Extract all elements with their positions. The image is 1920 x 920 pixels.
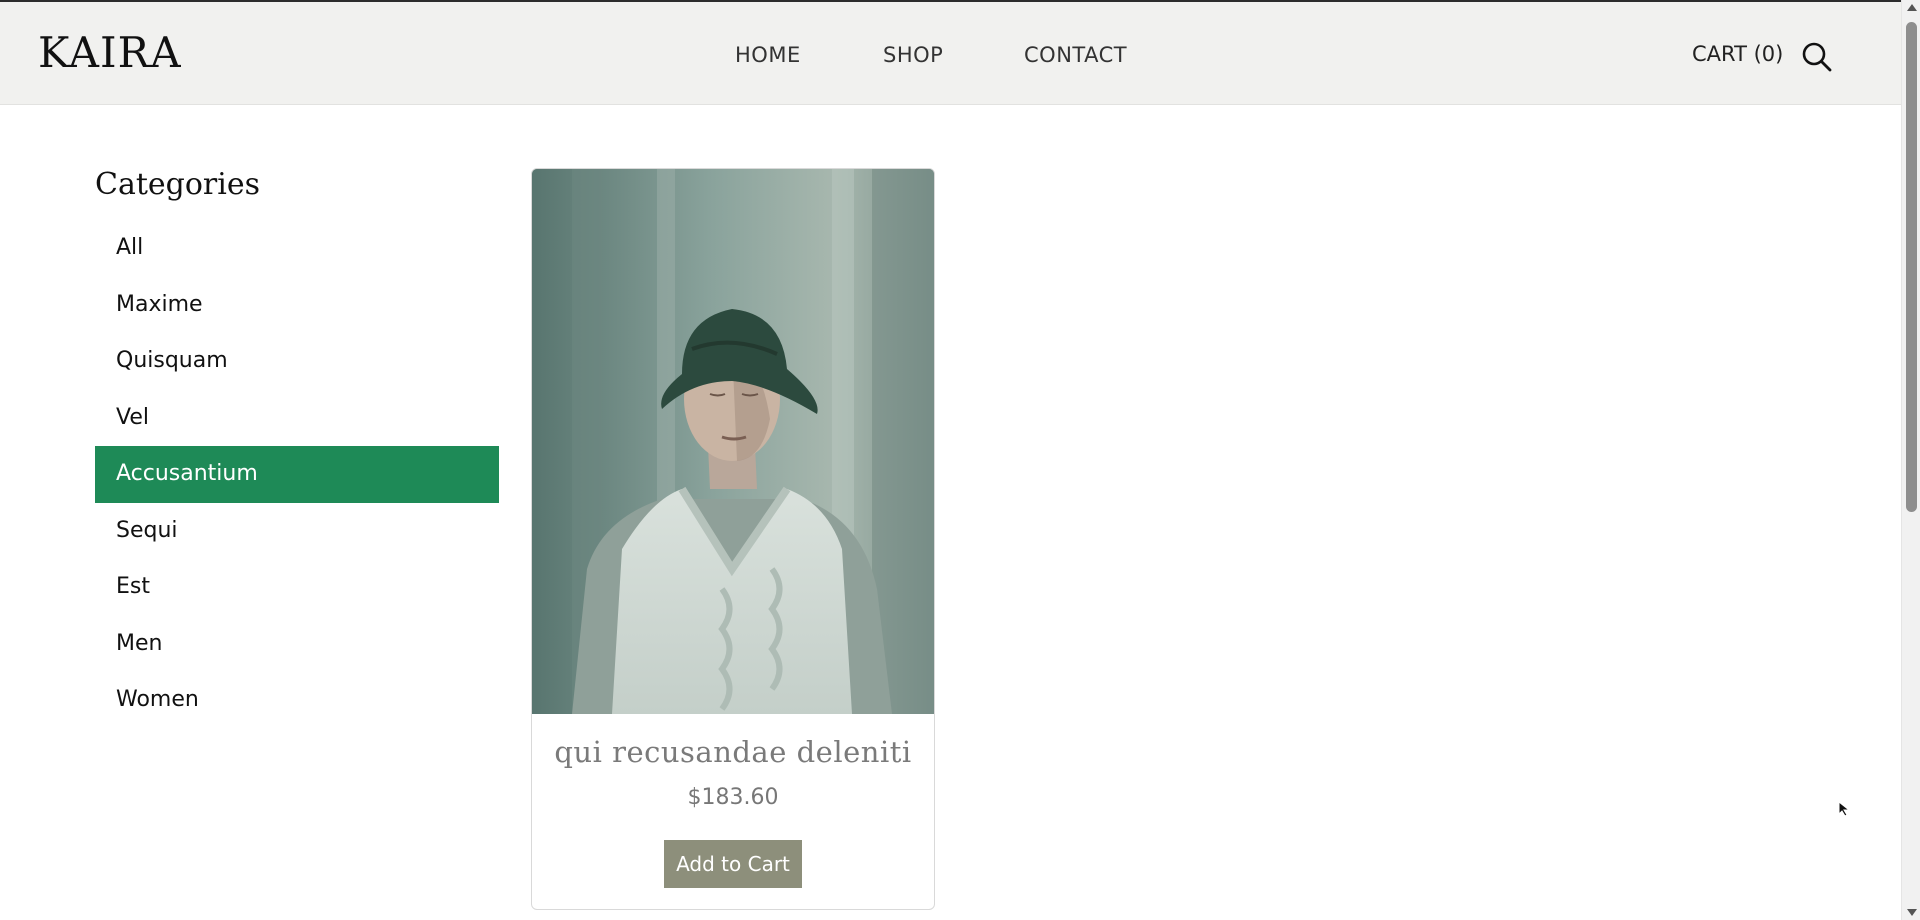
category-item-all[interactable]: All bbox=[95, 220, 499, 277]
nav-home-link[interactable]: HOME bbox=[735, 41, 801, 69]
mouse-cursor-icon bbox=[1838, 801, 1851, 817]
site-header: KAIRA HOME SHOP CONTACT CART (0) bbox=[0, 0, 1901, 105]
category-item-vel[interactable]: Vel bbox=[95, 390, 499, 447]
category-item-est[interactable]: Est bbox=[95, 559, 499, 616]
category-item-maxime[interactable]: Maxime bbox=[95, 277, 499, 334]
nav-contact-link[interactable]: CONTACT bbox=[1024, 41, 1127, 69]
category-item-sequi[interactable]: Sequi bbox=[95, 503, 499, 560]
scroll-up-arrow-icon[interactable] bbox=[1907, 4, 1917, 11]
category-item-quisquam[interactable]: Quisquam bbox=[95, 333, 499, 390]
cart-link[interactable]: CART (0) bbox=[1692, 40, 1783, 68]
product-price: $183.60 bbox=[687, 785, 779, 810]
scrollbar-thumb[interactable] bbox=[1906, 22, 1917, 512]
category-list: All Maxime Quisquam Vel Accusantium Sequ… bbox=[95, 220, 499, 729]
main-nav: HOME SHOP CONTACT bbox=[0, 41, 1901, 69]
category-item-women[interactable]: Women bbox=[95, 672, 499, 729]
categories-heading: Categories bbox=[95, 167, 260, 202]
add-to-cart-button[interactable]: Add to Cart bbox=[664, 840, 802, 888]
product-image[interactable] bbox=[532, 169, 934, 714]
search-icon[interactable] bbox=[1800, 40, 1834, 74]
scroll-down-arrow-icon[interactable] bbox=[1907, 909, 1917, 916]
categories-sidebar: Categories All Maxime Quisquam Vel Accus… bbox=[95, 163, 499, 729]
category-item-accusantium[interactable]: Accusantium bbox=[95, 446, 499, 503]
page-scrollbar[interactable] bbox=[1901, 0, 1920, 920]
product-card: qui recusandae deleniti $183.60 Add to C… bbox=[531, 168, 935, 910]
nav-shop-link[interactable]: SHOP bbox=[883, 41, 943, 69]
product-title[interactable]: qui recusandae deleniti bbox=[532, 735, 934, 769]
category-item-men[interactable]: Men bbox=[95, 616, 499, 673]
